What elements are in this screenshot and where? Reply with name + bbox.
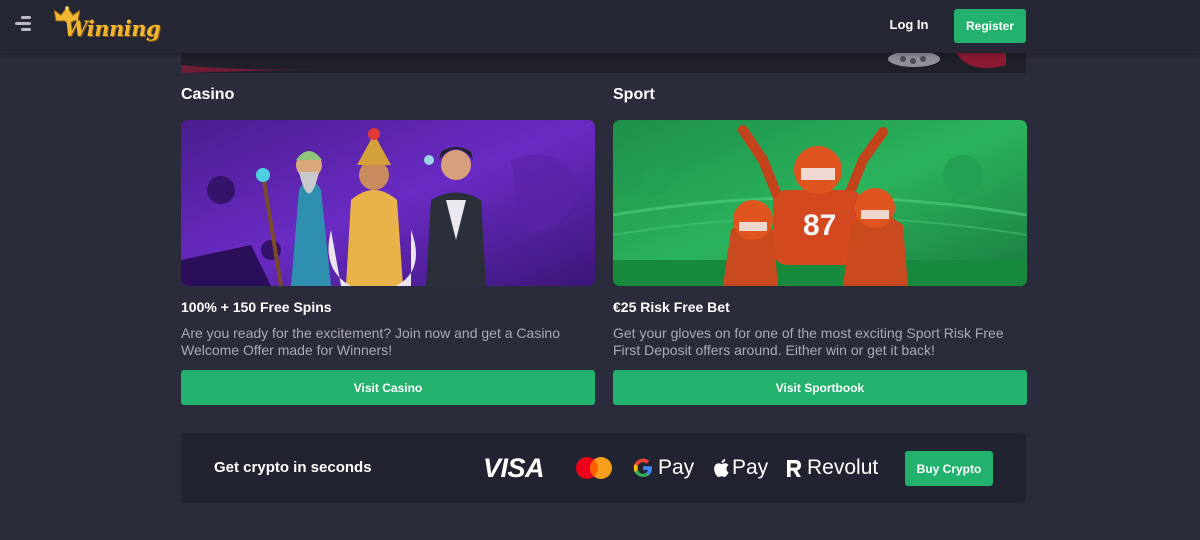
top-navigation-bar: Winning Log In Register xyxy=(0,0,1200,53)
hero-banner-bottom xyxy=(181,53,1026,73)
winning-logo[interactable]: Winning xyxy=(54,6,161,46)
svg-text:87: 87 xyxy=(803,209,836,242)
menu-icon[interactable] xyxy=(15,15,33,33)
visit-sportbook-button[interactable]: Visit Sportbook xyxy=(613,370,1027,405)
apple-pay-label: Pay xyxy=(732,456,769,479)
revolut-icon xyxy=(787,460,801,477)
logo-text: Winning xyxy=(64,16,161,41)
revolut-logo: Revolut xyxy=(784,433,878,503)
register-button[interactable]: Register xyxy=(954,9,1026,43)
crypto-title: Get crypto in seconds xyxy=(214,459,372,476)
sport-offer-title: €25 Risk Free Bet xyxy=(613,299,730,315)
casino-section-title: Casino xyxy=(181,86,235,103)
apple-pay-logo: Pay xyxy=(712,433,768,503)
google-pay-logo: Pay xyxy=(632,433,694,503)
crypto-payment-bar: Get crypto in seconds VISA Pay Pay Revol… xyxy=(181,433,1026,503)
revolut-label: Revolut xyxy=(807,456,879,479)
sport-section-title: Sport xyxy=(613,86,655,103)
sport-offer-description: Get your gloves on for one of the most e… xyxy=(613,325,1004,358)
sport-promo-image[interactable]: 87 xyxy=(613,120,1027,286)
google-icon xyxy=(633,458,652,477)
visa-label: VISA xyxy=(483,452,545,483)
casino-offer-title: 100% + 150 Free Spins xyxy=(181,299,332,315)
apple-icon xyxy=(714,459,729,477)
mastercard-icon xyxy=(575,433,613,503)
buy-crypto-button[interactable]: Buy Crypto xyxy=(905,451,993,486)
visit-casino-button[interactable]: Visit Casino xyxy=(181,370,595,405)
login-link[interactable]: Log In xyxy=(880,17,938,32)
visa-logo: VISA xyxy=(483,433,545,503)
casino-offer-description: Are you ready for the excitement? Join n… xyxy=(181,325,560,358)
casino-promo-image[interactable] xyxy=(181,120,595,286)
google-pay-label: Pay xyxy=(658,456,695,479)
